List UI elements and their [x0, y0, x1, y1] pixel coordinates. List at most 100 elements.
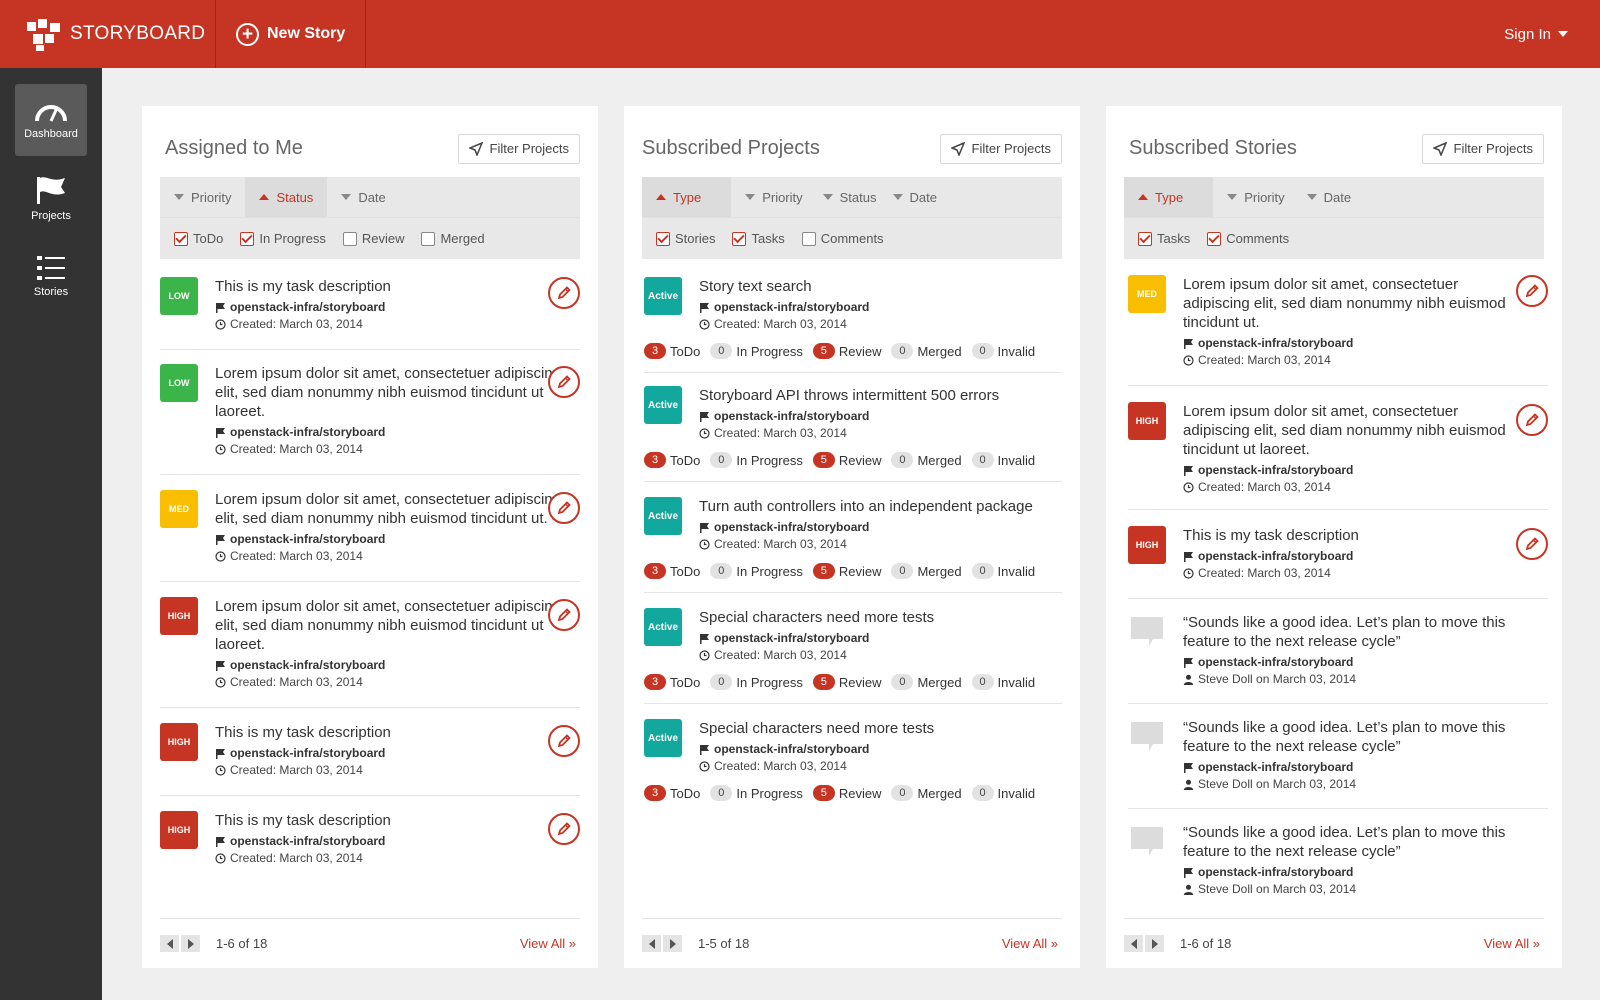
task-title[interactable]: This is my task description: [215, 811, 580, 830]
task-item[interactable]: MED Lorem ipsum dolor sit amet, consecte…: [160, 475, 580, 582]
task-item[interactable]: LOW This is my task description openstac…: [160, 259, 580, 350]
checkbox-in-progress[interactable]: In Progress: [240, 231, 326, 246]
project-story-title[interactable]: Special characters need more tests: [699, 608, 1062, 627]
sort-date[interactable]: Date: [327, 177, 399, 217]
new-story-button[interactable]: + New Story: [216, 0, 367, 68]
comment-item[interactable]: “Sounds like a good idea. Let’s plan to …: [1128, 599, 1548, 704]
task-title[interactable]: This is my task description: [215, 723, 580, 742]
project-link[interactable]: openstack-infra/storyboard: [230, 531, 385, 548]
sort-priority[interactable]: Priority: [731, 177, 816, 217]
view-all-link[interactable]: View All »: [1484, 936, 1540, 951]
sign-in-dropdown[interactable]: Sign In: [1504, 0, 1600, 68]
sort-priority[interactable]: Priority: [160, 177, 245, 217]
edit-button[interactable]: [1516, 528, 1548, 560]
story-item[interactable]: HIGH Lorem ipsum dolor sit amet, consect…: [1128, 386, 1548, 510]
prev-page-button[interactable]: [1124, 935, 1143, 952]
task-status-counts: 3 ToDo 0 In Progress 5 Review 0 Merged 0 Inva…: [644, 785, 1062, 801]
story-title[interactable]: Lorem ipsum dolor sit amet, consectetuer…: [1183, 275, 1508, 332]
sort-status[interactable]: Status: [245, 177, 328, 217]
edit-button[interactable]: [548, 492, 580, 524]
sidebar-item-dashboard[interactable]: Dashboard: [15, 84, 87, 156]
sort-type[interactable]: Type: [1124, 177, 1214, 217]
story-title[interactable]: Lorem ipsum dolor sit amet, consectetuer…: [1183, 402, 1508, 459]
edit-button[interactable]: [548, 599, 580, 631]
prev-page-button[interactable]: [160, 935, 179, 952]
project-link[interactable]: openstack-infra/storyboard: [714, 408, 869, 425]
project-story-title[interactable]: Story text search: [699, 277, 1062, 296]
task-title[interactable]: Lorem ipsum dolor sit amet, consectetuer…: [215, 364, 580, 421]
filter-projects-button[interactable]: Filter Projects: [939, 133, 1062, 164]
comment-item[interactable]: “Sounds like a good idea. Let’s plan to …: [1128, 704, 1548, 809]
count-label: ToDo: [670, 785, 701, 801]
project-link[interactable]: openstack-infra/storyboard: [714, 519, 869, 536]
project-link[interactable]: openstack-infra/storyboard: [230, 657, 385, 674]
sidebar-item-stories[interactable]: Stories: [15, 240, 87, 312]
view-all-link[interactable]: View All »: [1002, 936, 1058, 951]
project-link[interactable]: openstack-infra/storyboard: [230, 424, 385, 441]
checkbox-tasks[interactable]: Tasks: [732, 231, 785, 246]
project-item[interactable]: Active Storyboard API throws intermitten…: [644, 373, 1062, 482]
brand-link[interactable]: STORYBOARD: [0, 0, 216, 68]
checkbox-tasks[interactable]: Tasks: [1138, 231, 1190, 246]
task-item[interactable]: HIGH This is my task description opensta…: [160, 796, 580, 883]
project-link[interactable]: openstack-infra/storyboard: [1198, 335, 1353, 352]
project-link[interactable]: openstack-infra/storyboard: [714, 630, 869, 647]
edit-button[interactable]: [548, 277, 580, 309]
project-story-title[interactable]: Turn auth controllers into an independen…: [699, 497, 1062, 516]
project-item[interactable]: Active Turn auth controllers into an ind…: [644, 482, 1062, 593]
project-link[interactable]: openstack-infra/storyboard: [1198, 864, 1353, 881]
count-invalid: 0: [971, 452, 994, 468]
sidebar-item-projects[interactable]: Projects: [15, 162, 87, 234]
project-link[interactable]: openstack-infra/storyboard: [230, 833, 385, 850]
edit-button[interactable]: [548, 366, 580, 398]
project-link[interactable]: openstack-infra/storyboard: [1198, 759, 1353, 776]
task-title[interactable]: Lorem ipsum dolor sit amet, consectetuer…: [215, 597, 580, 654]
project-item[interactable]: Active Story text search openstack-infra…: [644, 259, 1062, 373]
checkbox-stories[interactable]: Stories: [656, 231, 715, 246]
project-link[interactable]: openstack-infra/storyboard: [1198, 548, 1353, 565]
sort-priority[interactable]: Priority: [1213, 177, 1298, 217]
project-story-title[interactable]: Storyboard API throws intermittent 500 e…: [699, 386, 1062, 405]
sort-date[interactable]: Date: [1299, 177, 1359, 217]
sort-type[interactable]: Type: [642, 177, 732, 217]
checkbox-comments[interactable]: Comments: [801, 231, 884, 246]
task-title[interactable]: This is my task description: [215, 277, 580, 296]
next-page-button[interactable]: [1145, 935, 1164, 952]
edit-button[interactable]: [1516, 404, 1548, 436]
project-item[interactable]: Active Special characters need more test…: [644, 593, 1062, 704]
next-page-button[interactable]: [181, 935, 200, 952]
project-link[interactable]: openstack-infra/storyboard: [230, 745, 385, 762]
next-page-button[interactable]: [663, 935, 682, 952]
sort-status[interactable]: Status: [817, 177, 883, 217]
sort-date[interactable]: Date: [883, 177, 947, 217]
edit-button[interactable]: [548, 813, 580, 845]
story-item[interactable]: MED Lorem ipsum dolor sit amet, consecte…: [1128, 259, 1548, 386]
checkbox-merged[interactable]: Merged: [421, 231, 485, 246]
task-item[interactable]: LOW Lorem ipsum dolor sit amet, consecte…: [160, 350, 580, 475]
task-item[interactable]: HIGH Lorem ipsum dolor sit amet, consect…: [160, 582, 580, 708]
prev-page-button[interactable]: [642, 935, 661, 952]
project-link[interactable]: openstack-infra/storyboard: [1198, 462, 1353, 479]
project-link[interactable]: openstack-infra/storyboard: [714, 741, 869, 758]
project-item[interactable]: Active Special characters need more test…: [644, 704, 1062, 814]
project-link[interactable]: openstack-infra/storyboard: [714, 299, 869, 316]
arrow-left-icon: [648, 938, 655, 949]
filter-projects-button[interactable]: Filter Projects: [457, 133, 580, 164]
view-all-link[interactable]: View All »: [520, 936, 576, 951]
filter-projects-button[interactable]: Filter Projects: [1421, 133, 1544, 164]
edit-button[interactable]: [548, 725, 580, 757]
story-title[interactable]: This is my task description: [1183, 526, 1508, 545]
project-story-title[interactable]: Special characters need more tests: [699, 719, 1062, 738]
project-link[interactable]: openstack-infra/storyboard: [1198, 654, 1353, 671]
checkbox-review[interactable]: Review: [342, 231, 404, 246]
comment-item[interactable]: “Sounds like a good idea. Let’s plan to …: [1128, 809, 1548, 913]
story-item[interactable]: HIGH This is my task description opensta…: [1128, 510, 1548, 599]
panel-title: Subscribed Projects: [642, 137, 820, 159]
checkbox-todo[interactable]: ToDo: [174, 231, 223, 246]
checkbox-comments[interactable]: Comments: [1207, 231, 1289, 246]
project-link[interactable]: openstack-infra/storyboard: [230, 299, 385, 316]
edit-button[interactable]: [1516, 275, 1548, 307]
task-item[interactable]: HIGH This is my task description opensta…: [160, 708, 580, 796]
task-title[interactable]: Lorem ipsum dolor sit amet, consectetuer…: [215, 490, 580, 528]
priority-badge: HIGH: [1128, 402, 1166, 440]
